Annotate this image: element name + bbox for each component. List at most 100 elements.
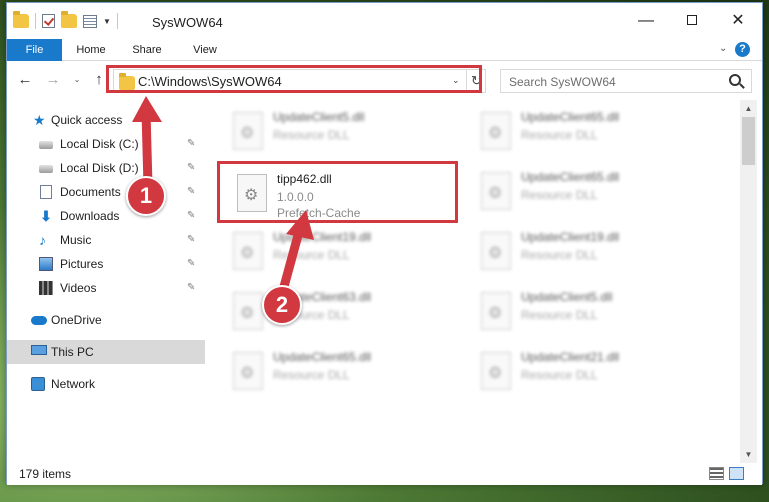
tab-home[interactable]: Home	[69, 39, 113, 61]
callout-step-1: 1	[126, 176, 166, 216]
toolbar-divider	[35, 13, 36, 29]
back-button[interactable]: ←	[15, 70, 35, 90]
sidebar-item-label: Local Disk (C:)	[60, 137, 139, 151]
sidebar-item-quick-access[interactable]: ★ Quick access	[7, 108, 205, 132]
properties-icon[interactable]	[83, 14, 97, 28]
sidebar-item-local-disk-d[interactable]: Local Disk (D:) ✎	[7, 156, 205, 180]
file-name: UpdateClient19.dll	[273, 230, 372, 244]
sidebar-item-music[interactable]: ♪ Music ✎	[7, 228, 205, 252]
dll-file-icon: ⚙	[481, 172, 511, 210]
dll-file-icon: ⚙	[481, 292, 511, 330]
vertical-scrollbar[interactable]: ▲ ▼	[740, 100, 757, 463]
file-list: ⚙ UpdateClient5.dll Resource DLL ⚙ Updat…	[205, 100, 740, 463]
file-item[interactable]: ⚙ UpdateClient63.dll Resource DLL	[223, 286, 453, 340]
customize-toolbar-chevron-icon[interactable]: ▼	[103, 17, 111, 26]
file-highlight	[217, 161, 458, 223]
file-description: Resource DLL	[273, 128, 350, 142]
file-description: Resource DLL	[521, 308, 598, 322]
music-icon: ♪	[39, 232, 46, 248]
tab-file[interactable]: File	[7, 39, 62, 61]
gear-icon: ⚙	[488, 185, 503, 202]
sidebar-item-label: Quick access	[51, 113, 123, 127]
sidebar-item-documents[interactable]: Documents ✎	[7, 180, 205, 204]
pin-icon: ✎	[187, 186, 196, 197]
quick-access-toolbar: ▼	[13, 11, 118, 29]
gear-icon: ⚙	[488, 365, 503, 382]
close-button[interactable]: ✕	[715, 3, 761, 39]
videos-icon	[39, 281, 53, 295]
pictures-icon	[39, 257, 53, 271]
dll-file-icon: ⚙	[233, 292, 263, 330]
file-name: UpdateClient5.dll	[273, 110, 365, 124]
file-item[interactable]: ⚙ UpdateClient19.dll Resource DLL	[471, 226, 701, 280]
dll-file-icon: ⚙	[233, 112, 263, 150]
help-icon[interactable]: ?	[735, 42, 750, 57]
pin-icon: ✎	[187, 210, 196, 221]
navigation-pane: ★ Quick access Local Disk (C:) ✎ Local D…	[7, 100, 205, 463]
scroll-up-icon[interactable]: ▲	[740, 100, 757, 117]
documents-icon	[40, 185, 52, 199]
file-description: Resource DLL	[273, 368, 350, 382]
expand-ribbon-chevron-icon[interactable]: ⌄	[719, 43, 727, 54]
forward-button[interactable]: →	[43, 70, 63, 90]
gear-icon: ⚙	[240, 245, 255, 262]
address-bar-highlight	[106, 65, 482, 93]
pin-icon: ✎	[187, 282, 196, 293]
maximize-button[interactable]	[669, 3, 715, 39]
sidebar-item-label: Downloads	[60, 209, 120, 223]
tab-view[interactable]: View	[183, 39, 227, 61]
dll-file-icon: ⚙	[481, 232, 511, 270]
file-description: Resource DLL	[521, 248, 598, 262]
file-item[interactable]: ⚙ UpdateClient65.dll Resource DLL	[471, 106, 701, 160]
dll-file-icon: ⚙	[481, 352, 511, 390]
network-icon	[31, 377, 45, 391]
file-description: Resource DLL	[521, 128, 598, 142]
scrollbar-thumb[interactable]	[742, 117, 755, 165]
tab-share[interactable]: Share	[125, 39, 169, 61]
folder-icon	[13, 11, 29, 28]
search-placeholder: Search SysWOW64	[509, 75, 616, 89]
drive-icon	[39, 165, 53, 173]
window-title: SysWOW64	[152, 15, 223, 30]
sidebar-item-this-pc[interactable]: This PC	[7, 340, 205, 364]
pin-icon: ✎	[187, 162, 196, 173]
gear-icon: ⚙	[488, 125, 503, 142]
sidebar-item-local-disk-c[interactable]: Local Disk (C:) ✎	[7, 132, 205, 156]
sidebar-item-pictures[interactable]: Pictures ✎	[7, 252, 205, 276]
file-item[interactable]: ⚙ UpdateClient5.dll Resource DLL	[471, 286, 701, 340]
file-name: UpdateClient65.dll	[521, 110, 620, 124]
pin-icon: ✎	[187, 234, 196, 245]
gear-icon: ⚙	[488, 305, 503, 322]
downloads-icon: ⬇	[40, 208, 52, 224]
new-folder-icon[interactable]	[61, 11, 77, 28]
search-input[interactable]: Search SysWOW64	[500, 69, 752, 93]
details-view-icon[interactable]	[709, 467, 724, 480]
sidebar-item-label: Network	[51, 377, 96, 391]
file-item[interactable]: ⚙ UpdateClient19.dll Resource DLL	[223, 226, 453, 280]
sidebar-item-label: Music	[60, 233, 92, 247]
file-description: Resource DLL	[273, 248, 350, 262]
cloud-icon	[31, 316, 47, 325]
file-item[interactable]: ⚙ UpdateClient65.dll Resource DLL	[471, 166, 701, 220]
file-name: UpdateClient65.dll	[521, 170, 620, 184]
sidebar-item-label: Documents	[60, 185, 121, 199]
star-icon: ★	[33, 112, 46, 128]
sidebar-item-videos[interactable]: Videos ✎	[7, 276, 205, 300]
sidebar-item-network[interactable]: Network	[7, 372, 205, 396]
recent-locations-chevron-icon[interactable]: ⌄	[67, 70, 87, 90]
minimize-button[interactable]: —	[623, 3, 669, 39]
properties-checkbox-icon[interactable]	[42, 14, 55, 28]
file-item[interactable]: ⚙ UpdateClient65.dll Resource DLL	[223, 346, 453, 400]
sidebar-item-downloads[interactable]: ⬇ Downloads ✎	[7, 204, 205, 228]
file-item[interactable]: ⚙ UpdateClient21.dll Resource DLL	[471, 346, 701, 400]
file-name: UpdateClient65.dll	[273, 350, 372, 364]
scroll-down-icon[interactable]: ▼	[740, 446, 757, 463]
file-item[interactable]: ⚙ UpdateClient5.dll Resource DLL	[223, 106, 453, 160]
item-count: 179 items	[19, 467, 72, 481]
tiles-view-icon[interactable]	[729, 467, 744, 480]
dll-file-icon: ⚙	[481, 112, 511, 150]
file-description: Resource DLL	[521, 188, 598, 202]
sidebar-item-label: OneDrive	[51, 313, 102, 327]
sidebar-item-onedrive[interactable]: OneDrive	[7, 308, 205, 332]
file-description: Resource DLL	[521, 368, 598, 382]
